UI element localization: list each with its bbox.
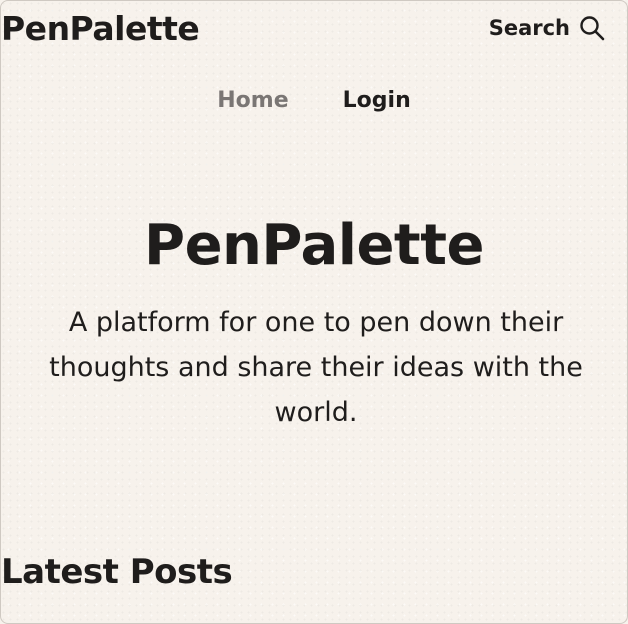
search-label: Search <box>488 16 570 40</box>
latest-posts-heading: Latest Posts <box>1 552 233 592</box>
hero-title: PenPalette <box>144 213 484 278</box>
nav-home-link[interactable]: Home <box>217 84 288 118</box>
hero-subtitle: A platform for one to pen down their tho… <box>49 307 583 428</box>
search-icon <box>580 16 605 41</box>
brand-logo[interactable]: PenPalette <box>1 9 200 49</box>
site-header: PenPalette Search <box>0 0 628 60</box>
main-nav: Home Login <box>0 84 628 118</box>
search-button[interactable]: Search <box>489 13 606 43</box>
nav-login-link[interactable]: Login <box>343 84 411 118</box>
